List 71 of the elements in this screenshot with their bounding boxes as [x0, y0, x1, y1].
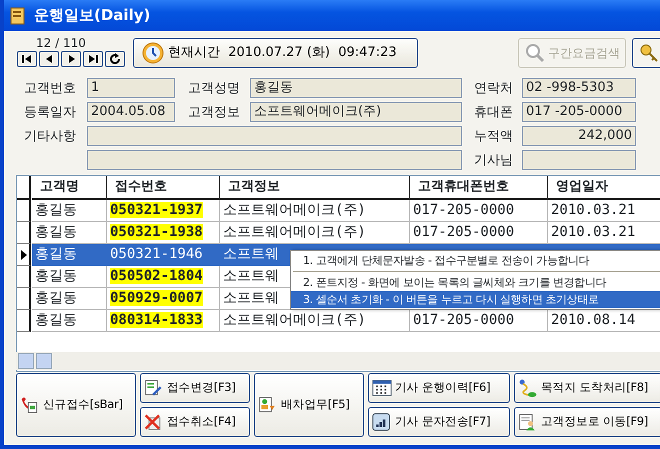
text-field[interactable]: 02 -998-5303 [522, 78, 636, 98]
menu-item[interactable]: 3. 셀순서 초기화 - 이 버튼을 누르고 다시 실행하면 초기상태로 [291, 291, 660, 308]
table-cell: 소프트웨어메이크(주) [220, 200, 410, 222]
column-header[interactable]: 고객명 [32, 176, 107, 200]
table-cell: 홍길동 [32, 310, 107, 332]
field-label: 고객성명 [188, 80, 240, 98]
row-header[interactable] [17, 288, 31, 310]
next-button[interactable] [61, 51, 81, 67]
text-field[interactable]: 1 [87, 78, 175, 98]
table-cell: 080314-1833 [107, 310, 220, 332]
table-cell: 050321-1938 [107, 222, 220, 244]
key-icon [638, 42, 660, 64]
action-button[interactable]: 접수변경[F3] [140, 373, 250, 403]
window-title: 운행일보(Daily) [34, 5, 150, 26]
signal-bars-icon [372, 411, 392, 433]
field-label: 등록일자 [24, 104, 76, 122]
action-button[interactable]: 기사 문자전송[F7] [368, 407, 510, 437]
key-button[interactable] [632, 38, 660, 68]
text-field[interactable]: 2004.05.08 [87, 102, 175, 122]
row-header[interactable] [17, 200, 31, 222]
text-field[interactable]: 소프트웨어메이크(주) [250, 102, 462, 122]
row-header[interactable] [17, 222, 31, 244]
calendar-icon [372, 377, 392, 399]
document-icon [10, 6, 26, 24]
last-button[interactable] [83, 51, 103, 67]
action-button[interactable]: 고객정보로 이동[F9] [514, 407, 660, 437]
route-icon [518, 377, 538, 399]
table-cell: 홍길동 [32, 244, 107, 266]
table-cell: 2010.03.21 [548, 200, 660, 222]
field-label: 기타사항 [24, 128, 76, 146]
table-cell: 050321-1937 [107, 200, 220, 222]
column-header[interactable]: 고객휴대폰번호 [410, 176, 548, 200]
field-label: 고객정보 [188, 104, 240, 122]
first-button[interactable] [17, 51, 37, 67]
search-icon [524, 42, 546, 64]
text-field[interactable]: 242,000 [522, 126, 636, 146]
row-header[interactable] [17, 310, 31, 332]
field-label: 고객번호 [24, 80, 76, 98]
field-label: 누적액 [474, 128, 513, 146]
scroll-thumb[interactable] [36, 353, 52, 369]
text-field[interactable]: 홍길동 [250, 78, 462, 98]
scrollbar[interactable] [16, 352, 660, 370]
column-header[interactable]: 고객정보 [220, 176, 410, 200]
action-button[interactable]: 기사 운행이력[F6] [368, 373, 510, 403]
action-button[interactable]: 신규접수[sBar] [16, 373, 136, 437]
row-header[interactable] [17, 266, 31, 288]
table-cell: 050502-1804 [107, 266, 220, 288]
table-cell: 홍길동 [32, 288, 107, 310]
table-cell: 홍길동 [32, 200, 107, 222]
table-cell: 050321-1946 [107, 244, 220, 266]
action-button[interactable]: 배차업무[F5] [254, 373, 364, 437]
refresh-button[interactable] [105, 51, 125, 67]
clock-icon [142, 42, 164, 64]
table-cell: 017-205-0000 [410, 200, 548, 222]
text-field[interactable] [87, 150, 462, 170]
table-cell: 050929-0007 [107, 288, 220, 310]
refresh-icon [107, 52, 123, 66]
action-button[interactable]: 접수취소[F4] [140, 407, 250, 437]
action-button[interactable]: 목적지 도착처리[F8] [514, 373, 660, 403]
text-field[interactable]: 017 -205-0000 [522, 102, 636, 122]
field-label: 휴대폰 [474, 104, 513, 122]
previous-button[interactable] [39, 51, 59, 67]
text-field[interactable] [87, 126, 462, 146]
clock-button[interactable]: 현재시간 2010.07.27 (화) 09:47:23 [133, 38, 418, 68]
record-counter: 12 / 110 [36, 35, 86, 52]
column-header[interactable]: 접수번호 [107, 176, 220, 200]
table-cell: 홍길동 [32, 266, 107, 288]
field-label: 기사님 [474, 152, 513, 170]
row-pointer-icon [20, 250, 28, 260]
text-field[interactable] [522, 150, 636, 170]
field-label: 연락처 [474, 80, 513, 98]
